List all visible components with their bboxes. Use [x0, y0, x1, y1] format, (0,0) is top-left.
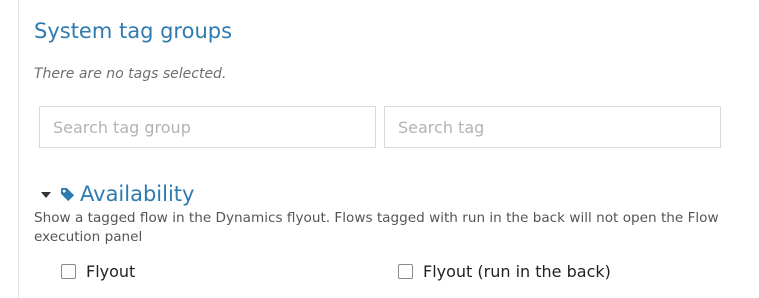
chevron-down-icon[interactable]	[41, 192, 51, 198]
section-title: System tag groups	[34, 19, 233, 43]
tag-icon	[60, 187, 75, 201]
tag-checkbox-flyout[interactable]: Flyout	[61, 262, 135, 281]
tag-group-name: Availability	[80, 182, 195, 206]
tag-checkbox-flyout-run-in-back[interactable]: Flyout (run in the back)	[398, 262, 611, 281]
search-tag-input[interactable]	[384, 106, 721, 148]
tag-group-header-availability[interactable]: Availability	[41, 181, 194, 207]
checkbox[interactable]	[61, 264, 76, 279]
tag-label: Flyout	[86, 262, 136, 281]
checkbox[interactable]	[398, 264, 413, 279]
tag-group-description: Show a tagged flow in the Dynamics flyou…	[34, 210, 719, 245]
tag-label: Flyout (run in the back)	[423, 262, 611, 281]
system-tag-groups-panel: System tag groups There are no tags sele…	[18, 0, 759, 298]
no-tags-selected-note: There are no tags selected.	[34, 66, 227, 82]
search-tag-group-input[interactable]	[39, 106, 376, 148]
